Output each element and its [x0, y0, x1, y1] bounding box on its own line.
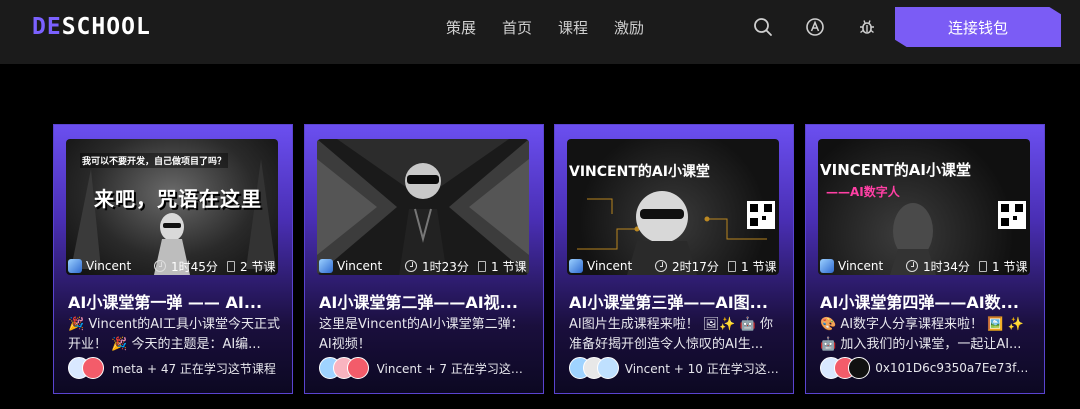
course-meta-4: Vincent 1时34分 1 节课	[820, 258, 1034, 274]
lesson-icon	[227, 260, 235, 272]
lesson-count: 1 节课	[992, 259, 1028, 274]
learner-avatars	[68, 357, 106, 379]
learners-row: 0x101D6c9350a7Ee73f73...	[820, 357, 1034, 379]
thumb-figure-3	[577, 191, 775, 275]
clock-icon	[154, 260, 166, 272]
author-name: Vincent	[587, 259, 633, 273]
lesson-count: 2 节课	[240, 259, 276, 274]
nav-curation[interactable]: 策展	[446, 17, 476, 38]
course-card-4[interactable]: VINCENT的AI小课堂 ——AI数字人 Vincent 1时34分 1 节课…	[805, 124, 1045, 394]
course-title[interactable]: AI小课堂第三弹——AI图...	[569, 289, 781, 313]
course-thumbnail-2[interactable]	[317, 139, 529, 275]
learners-text: 0x101D6c9350a7Ee73f73...	[875, 361, 1034, 375]
learner-avatars	[569, 357, 619, 379]
author-avatar	[569, 259, 583, 273]
thumb-subtitle-4: ——AI数字人	[826, 185, 900, 199]
thumb-headline-3: VINCENT的AI小课堂	[569, 164, 710, 180]
learner-avatar	[597, 357, 619, 379]
lesson-icon	[979, 260, 987, 272]
nav-courses[interactable]: 课程	[558, 17, 588, 38]
thumb-caption-1: 我可以不要开发，自己做项目了吗？	[80, 153, 229, 168]
thumb-headline-4: VINCENT的AI小课堂	[820, 161, 971, 179]
course-description: AI图片生成课程来啦！ 🖼✨ 🤖 你准备好揭开创造令人惊叹的AI生...	[569, 317, 774, 352]
course-title[interactable]: AI小课堂第二弹——AI视...	[319, 289, 531, 313]
course-title[interactable]: AI小课堂第一弹 —— AI...	[68, 289, 280, 313]
course-duration: 1时34分	[923, 259, 970, 274]
lesson-count: 1 节课	[741, 259, 777, 274]
logo-school: SCHOOL	[61, 14, 151, 40]
course-thumbnail-1[interactable]: 我可以不要开发，自己做项目了吗？ 来吧，咒语在这里	[66, 139, 278, 275]
learners-row: meta + 47 正在学习这节课程	[68, 357, 282, 379]
thumb-headline-1: 来吧，咒语在这里	[94, 187, 262, 211]
course-duration: 1时23分	[422, 259, 469, 274]
author-avatar	[319, 259, 333, 273]
course-duration: 2时17分	[672, 259, 719, 274]
thumb-figure-2	[317, 139, 529, 275]
lesson-icon	[478, 260, 486, 272]
course-title[interactable]: AI小课堂第四弹——AI数...	[820, 289, 1032, 313]
translate-icon[interactable]	[804, 16, 826, 38]
course-meta-3: Vincent 2时17分 1 节课	[569, 258, 783, 274]
lesson-count: 1 节课	[491, 259, 527, 274]
learners-text: Vincent + 10 正在学习这节...	[624, 361, 783, 376]
clock-icon	[906, 260, 918, 272]
course-meta-2: Vincent 1时23分 1 节课	[319, 258, 533, 274]
course-description: 🎉 Vincent的AI工具小课堂今天正式开业！ 🎉 今天的主题是：AI编...	[68, 317, 280, 352]
author-name: Vincent	[838, 259, 884, 273]
learner-avatar	[82, 357, 104, 379]
author-name: Vincent	[337, 259, 383, 273]
learner-avatars	[820, 357, 870, 379]
author-avatar	[820, 259, 834, 273]
course-card-1[interactable]: 我可以不要开发，自己做项目了吗？ 来吧，咒语在这里 Vincent 1时45分 …	[53, 124, 293, 394]
course-thumbnail-4[interactable]: VINCENT的AI小课堂 ——AI数字人	[818, 139, 1030, 275]
author-name: Vincent	[86, 259, 132, 273]
deschool-logo[interactable]: DESCHOOL	[32, 14, 151, 40]
search-icon[interactable]	[752, 16, 774, 38]
learners-row: Vincent + 7 正在学习这节...	[319, 357, 533, 379]
lesson-icon	[728, 260, 736, 272]
author-avatar	[68, 259, 82, 273]
course-description: 这里是Vincent的AI小课堂第二弹：AI视频！	[319, 317, 524, 352]
course-card-3[interactable]: VINCENT的AI小课堂 Vincent 2时17分 1 节课 AI小课堂第三…	[554, 124, 794, 394]
course-thumbnail-3[interactable]: VINCENT的AI小课堂	[567, 139, 779, 275]
learner-avatar	[347, 357, 369, 379]
course-duration: 1时45分	[171, 259, 218, 274]
nav-home[interactable]: 首页	[502, 17, 532, 38]
learner-avatar	[848, 357, 870, 379]
bug-icon[interactable]	[856, 16, 878, 38]
main-nav: 策展 首页 课程 激励	[446, 17, 644, 38]
top-bar: DESCHOOL 策展 首页 课程 激励 连接钱包	[0, 0, 1080, 64]
connect-wallet-button[interactable]: 连接钱包	[895, 7, 1061, 47]
learner-avatars	[319, 357, 371, 379]
course-description: 🎨 AI数字人分享课程来啦！ 🖼️ ✨ 🤖 加入我们的小课堂，一起让AI...	[820, 317, 1024, 352]
nav-incentives[interactable]: 激励	[614, 17, 644, 38]
learners-row: Vincent + 10 正在学习这节...	[569, 357, 783, 379]
course-card-2[interactable]: Vincent 1时23分 1 节课 AI小课堂第二弹——AI视... 这里是V…	[304, 124, 544, 394]
logo-de: DE	[32, 14, 62, 40]
clock-icon	[405, 260, 417, 272]
clock-icon	[655, 260, 667, 272]
learners-text: Vincent + 7 正在学习这节...	[376, 361, 533, 376]
course-meta-1: Vincent 1时45分 2 节课	[68, 258, 282, 274]
learners-text: meta + 47 正在学习这节课程	[112, 361, 276, 376]
